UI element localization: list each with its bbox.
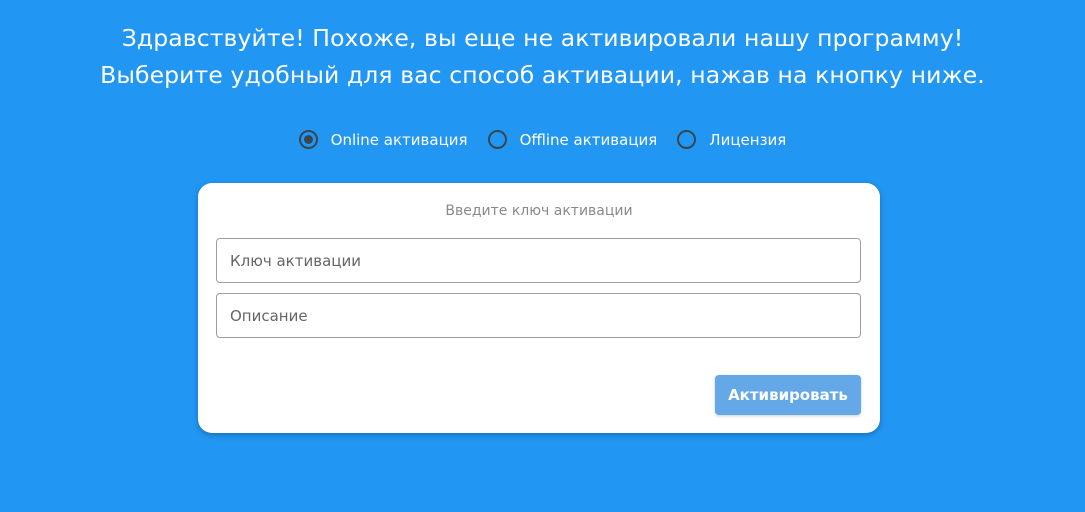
radio-offline-activation[interactable]: Offline активация	[487, 130, 658, 149]
description-input[interactable]	[216, 293, 861, 338]
card-title: Введите ключ активации	[445, 203, 633, 219]
radio-unchecked-icon[interactable]	[487, 130, 507, 149]
radio-license[interactable]: Лицензия	[677, 130, 786, 149]
radio-label-offline: Offline активация	[519, 130, 658, 149]
radio-label-online: Online активация	[330, 130, 468, 149]
activation-card: Введите ключ активации Активировать	[198, 183, 880, 433]
radio-checked-icon[interactable]	[298, 130, 318, 149]
radio-online-activation[interactable]: Online активация	[298, 130, 468, 149]
welcome-line-2: Выберите удобный для вас способ активаци…	[100, 61, 985, 89]
welcome-line-1: Здравствуйте! Похоже, вы еще не активиро…	[121, 24, 964, 52]
radio-unchecked-icon[interactable]	[677, 130, 697, 149]
activation-key-input[interactable]	[216, 238, 861, 283]
welcome-message: Здравствуйте! Похоже, вы еще не активиро…	[0, 20, 1085, 94]
activation-mode-group: Online активация Offline активация Лицен…	[0, 130, 1085, 149]
activate-button[interactable]: Активировать	[715, 375, 861, 415]
radio-label-license: Лицензия	[709, 130, 787, 149]
